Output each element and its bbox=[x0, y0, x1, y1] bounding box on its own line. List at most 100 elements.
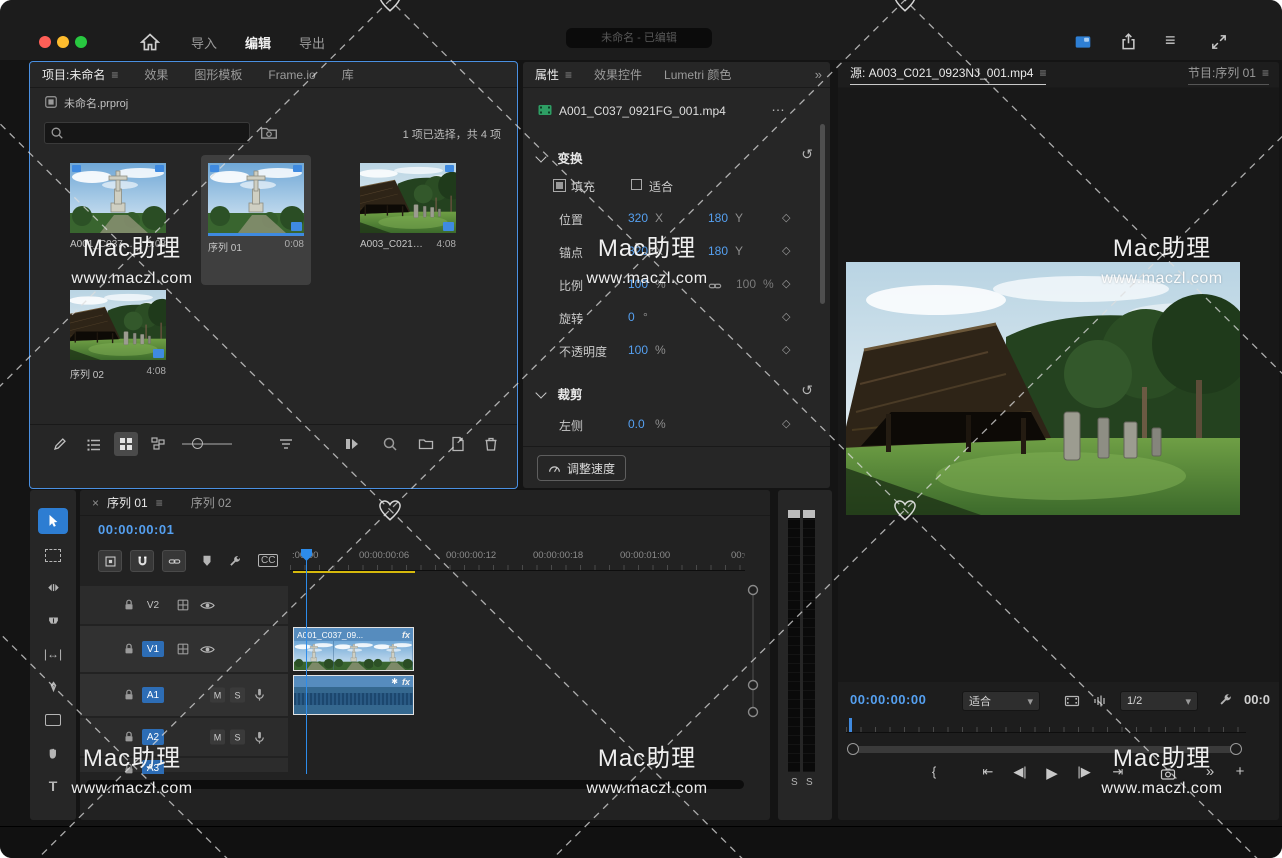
sync-lock-icon[interactable] bbox=[176, 598, 190, 612]
delete-trash-icon[interactable] bbox=[483, 436, 499, 452]
panel-menu-icon[interactable]: ≡ bbox=[156, 496, 163, 510]
reset-crop-icon[interactable]: ↺ bbox=[801, 382, 813, 399]
captions-icon[interactable]: CC bbox=[258, 554, 278, 567]
zoom-bar-knob-right[interactable] bbox=[1230, 743, 1242, 755]
project-item-sequence2[interactable]: 序列 02 4:08 bbox=[70, 290, 166, 381]
scale-value[interactable]: 100 bbox=[628, 277, 648, 291]
timeline-settings-wrench-icon[interactable] bbox=[228, 554, 242, 568]
button-editor-overflow[interactable]: » bbox=[1198, 763, 1222, 780]
track-v1-badge[interactable]: V1 bbox=[142, 641, 164, 657]
tab-sequence-01[interactable]: × 序列 01 ≡ bbox=[92, 494, 163, 511]
tab-properties[interactable]: 属性 ≡ bbox=[535, 66, 572, 83]
keyframe-toggle-icon[interactable]: ◇ bbox=[782, 417, 790, 430]
source-playhead[interactable] bbox=[849, 718, 852, 732]
fullscreen-icon[interactable] bbox=[1210, 33, 1228, 51]
quick-settings-icon[interactable]: ≡ bbox=[1165, 30, 1176, 51]
solo-right-label[interactable]: S bbox=[806, 777, 813, 788]
share-export-icon[interactable] bbox=[1119, 32, 1138, 51]
panel-menu-icon[interactable]: ≡ bbox=[565, 68, 572, 82]
minimize-window-button[interactable] bbox=[57, 36, 69, 48]
track-a2-header[interactable]: A2 M S bbox=[80, 718, 288, 756]
export-frame-icon[interactable] bbox=[1160, 766, 1176, 782]
transform-section-header[interactable]: 变换 ↺ bbox=[537, 148, 817, 168]
search-bin-icon[interactable] bbox=[260, 124, 278, 142]
zoom-slider-track[interactable] bbox=[182, 443, 232, 445]
track-v1-header[interactable]: V1 bbox=[80, 626, 288, 672]
source-video-frame[interactable] bbox=[846, 262, 1240, 515]
link-scale-icon[interactable] bbox=[708, 279, 722, 293]
drag-audio-icon[interactable] bbox=[1092, 693, 1108, 709]
zoom-slider-knob[interactable] bbox=[192, 438, 203, 449]
tab-effect-controls[interactable]: 效果控件 bbox=[594, 66, 642, 83]
close-window-button[interactable] bbox=[39, 36, 51, 48]
crop-section-header[interactable]: 裁剪 ↺ bbox=[537, 384, 817, 404]
slip-tool[interactable]: |↔| bbox=[38, 641, 68, 667]
new-bin-icon[interactable] bbox=[418, 436, 434, 452]
zoom-level-select[interactable]: 适合 ▾ bbox=[962, 691, 1040, 711]
project-item-sequence1[interactable]: 序列 01 0:08 bbox=[208, 163, 304, 254]
track-a2-badge[interactable]: A2 bbox=[142, 729, 164, 745]
home-icon[interactable] bbox=[140, 32, 160, 52]
tab-libraries[interactable]: 库 bbox=[342, 66, 354, 83]
add-marker-icon[interactable] bbox=[200, 554, 214, 568]
track-a1-content[interactable]: ✱ fx bbox=[290, 674, 745, 716]
play-button[interactable]: ▶ bbox=[1040, 764, 1064, 782]
freeform-view-button[interactable] bbox=[150, 436, 166, 452]
automate-to-sequence-icon[interactable] bbox=[344, 436, 360, 452]
track-a1-header[interactable]: A1 M S bbox=[80, 674, 288, 716]
lock-icon[interactable] bbox=[122, 642, 136, 656]
track-a2-content[interactable] bbox=[290, 718, 745, 756]
fill-button[interactable]: 填充 bbox=[571, 178, 595, 195]
rectangle-tool[interactable] bbox=[38, 707, 68, 733]
drag-video-icon[interactable] bbox=[1064, 693, 1080, 709]
tab-effects[interactable]: 效果 bbox=[144, 66, 168, 83]
ripple-edit-tool[interactable] bbox=[38, 575, 68, 601]
readonly-pencil-icon[interactable] bbox=[52, 436, 68, 452]
razor-tool[interactable] bbox=[38, 608, 68, 634]
nest-toggle[interactable] bbox=[98, 550, 122, 572]
timeline-ruler[interactable]: :00:00 00:00:00:06 00:00:00:12 00:00:00:… bbox=[290, 548, 745, 571]
tab-overflow-icon[interactable]: » bbox=[815, 67, 822, 82]
mic-icon[interactable] bbox=[252, 730, 267, 745]
icon-view-button[interactable] bbox=[118, 436, 134, 452]
type-tool[interactable]: T bbox=[38, 773, 68, 799]
source-scrubber-ruler[interactable] bbox=[846, 718, 1246, 733]
new-item-icon[interactable] bbox=[450, 436, 466, 452]
track-a3-badge[interactable]: A3 bbox=[142, 760, 164, 774]
pen-tool[interactable] bbox=[38, 674, 68, 700]
panel-menu-icon[interactable]: ≡ bbox=[1262, 66, 1269, 80]
list-view-button[interactable] bbox=[86, 437, 102, 453]
track-select-tool[interactable] bbox=[38, 542, 68, 568]
mute-button[interactable]: M bbox=[210, 730, 225, 745]
source-timecode[interactable]: 00:00:00:00 bbox=[850, 692, 926, 707]
solo-button[interactable]: S bbox=[230, 730, 245, 745]
step-forward-button[interactable]: |▶ bbox=[1072, 764, 1096, 780]
keyframe-toggle-icon[interactable]: ◇ bbox=[782, 211, 790, 224]
lock-icon[interactable] bbox=[122, 688, 136, 702]
eye-icon[interactable] bbox=[200, 642, 215, 657]
tab-graphics-templates[interactable]: 图形模板 bbox=[194, 66, 242, 83]
eye-icon[interactable] bbox=[200, 598, 215, 613]
track-a3-header[interactable]: A3 bbox=[80, 758, 288, 772]
mic-icon[interactable] bbox=[252, 687, 267, 702]
track-v2-badge[interactable]: V2 bbox=[142, 597, 164, 613]
playback-resolution-select[interactable]: 1/2 ▾ bbox=[1120, 691, 1198, 711]
adjust-speed-button[interactable]: 调整速度 bbox=[537, 455, 626, 481]
keyframe-toggle-icon[interactable]: ◇ bbox=[782, 244, 790, 257]
add-button-editor[interactable]: + bbox=[1228, 763, 1252, 780]
track-v2-header[interactable]: V2 bbox=[80, 586, 288, 624]
crop-left-value[interactable]: 0.0 bbox=[628, 417, 645, 431]
find-icon[interactable] bbox=[382, 436, 398, 452]
zoom-window-button[interactable] bbox=[75, 36, 87, 48]
track-v1-content[interactable]: A001_C037_09... fx bbox=[290, 626, 745, 672]
snap-toggle[interactable] bbox=[130, 550, 154, 572]
sort-icon[interactable] bbox=[278, 436, 294, 452]
opacity-value[interactable]: 100 bbox=[628, 343, 648, 357]
rotation-value[interactable]: 0 bbox=[628, 310, 635, 324]
mute-button[interactable]: M bbox=[210, 688, 225, 703]
tab-program-monitor[interactable]: 节目:序列 01 ≡ bbox=[1188, 64, 1269, 85]
reset-transform-icon[interactable]: ↺ bbox=[801, 146, 813, 163]
solo-button[interactable]: S bbox=[230, 688, 245, 703]
position-y-value[interactable]: 180 bbox=[708, 211, 728, 225]
lock-icon[interactable] bbox=[122, 598, 136, 612]
